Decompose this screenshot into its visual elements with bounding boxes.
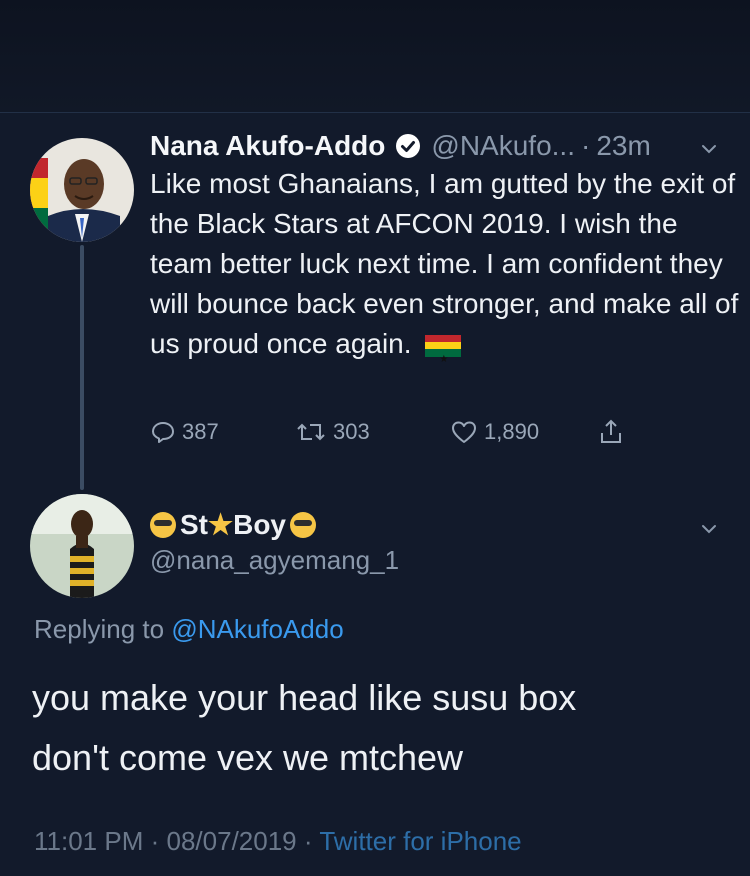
author-avatar[interactable] xyxy=(30,138,134,242)
meta-separator: · xyxy=(150,826,160,856)
reply-date: 08/07/2019 xyxy=(166,826,297,856)
reply-header[interactable]: St ★ Boy @nana_agyemang_1 xyxy=(150,508,399,576)
replying-prefix: Replying to xyxy=(34,614,165,644)
replying-mention[interactable]: @NAkufoAddo xyxy=(171,614,343,644)
ghana-flag-icon: ★ xyxy=(425,334,462,365)
replier-name-part1[interactable]: St xyxy=(180,509,208,541)
reply-time: 11:01 PM xyxy=(34,826,144,856)
reply-meta: 11:01 PM · 08/07/2019 · Twitter for iPho… xyxy=(34,826,522,857)
tweet-time[interactable]: 23m xyxy=(596,130,650,162)
star-struck-emoji-icon xyxy=(290,511,317,538)
like-count: 1,890 xyxy=(484,419,540,444)
author-name[interactable]: Nana Akufo-Addo xyxy=(150,130,385,162)
meta-separator: · xyxy=(580,130,591,161)
tweet-actions: 387 303 1,890 xyxy=(150,418,670,446)
verified-badge-icon xyxy=(395,133,421,159)
like-button[interactable]: 1,890 xyxy=(450,419,598,445)
tweet-text: Like most Ghanaians, I am gutted by the … xyxy=(150,168,739,359)
star-icon: ★ xyxy=(208,509,234,540)
thread-connector-line xyxy=(80,245,84,490)
share-button[interactable] xyxy=(598,418,630,446)
author-handle[interactable]: @NAkufo... xyxy=(431,130,575,162)
replier-name-part2[interactable]: Boy xyxy=(233,509,286,541)
share-icon xyxy=(601,419,621,443)
replying-to: Replying to @NAkufoAddo xyxy=(34,614,344,645)
reply-count: 387 xyxy=(182,419,219,444)
tweet[interactable]: Nana Akufo-Addo @NAkufo... · 23m Like mo… xyxy=(150,130,740,365)
chevron-down-icon[interactable] xyxy=(700,520,718,538)
reply-source[interactable]: Twitter for iPhone xyxy=(319,826,521,856)
reply-text-line-2: don't come vex we mtchew xyxy=(32,737,464,778)
reply-text: you make your head like susu box don't c… xyxy=(32,668,732,788)
chevron-down-icon[interactable] xyxy=(700,140,718,158)
retweet-button[interactable]: 303 xyxy=(295,419,450,445)
replier-avatar[interactable] xyxy=(30,494,134,598)
retweet-icon xyxy=(297,423,325,441)
like-icon xyxy=(452,421,476,443)
retweet-count: 303 xyxy=(333,419,370,444)
top-bar xyxy=(0,0,750,113)
star-struck-emoji-icon xyxy=(150,511,176,538)
reply-button[interactable]: 387 xyxy=(150,419,295,445)
reply-icon xyxy=(152,422,174,443)
meta-separator: · xyxy=(303,826,313,856)
reply-text-line-1: you make your head like susu box xyxy=(32,677,577,718)
replier-handle[interactable]: @nana_agyemang_1 xyxy=(150,545,399,576)
